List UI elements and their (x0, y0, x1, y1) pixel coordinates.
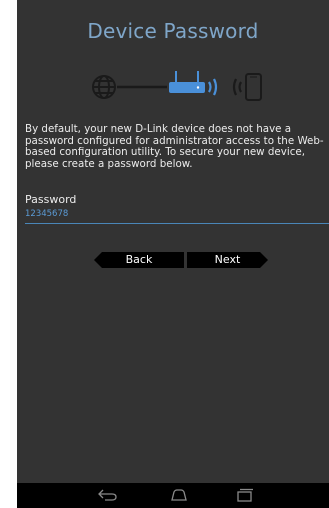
connection-illustration (92, 71, 262, 101)
password-input[interactable] (25, 206, 329, 224)
recents-nav-icon[interactable] (234, 488, 256, 502)
globe-icon (92, 75, 116, 99)
app-screen: Device Password By default, your new D-L… (17, 0, 329, 508)
router-icon (169, 71, 205, 93)
password-label: Password (25, 193, 77, 206)
phone-icon (245, 73, 262, 101)
router-signal-icon (208, 78, 218, 96)
description-text: By default, your new D-Link device does … (25, 123, 324, 170)
page-title: Device Password (87, 19, 259, 43)
back-nav-icon[interactable] (97, 488, 119, 502)
next-button[interactable]: Next (187, 252, 268, 268)
back-button[interactable]: Back (94, 252, 184, 268)
home-nav-icon[interactable] (168, 488, 190, 502)
system-navigation-bar (17, 483, 329, 508)
wifi-signal-icon (232, 78, 242, 96)
